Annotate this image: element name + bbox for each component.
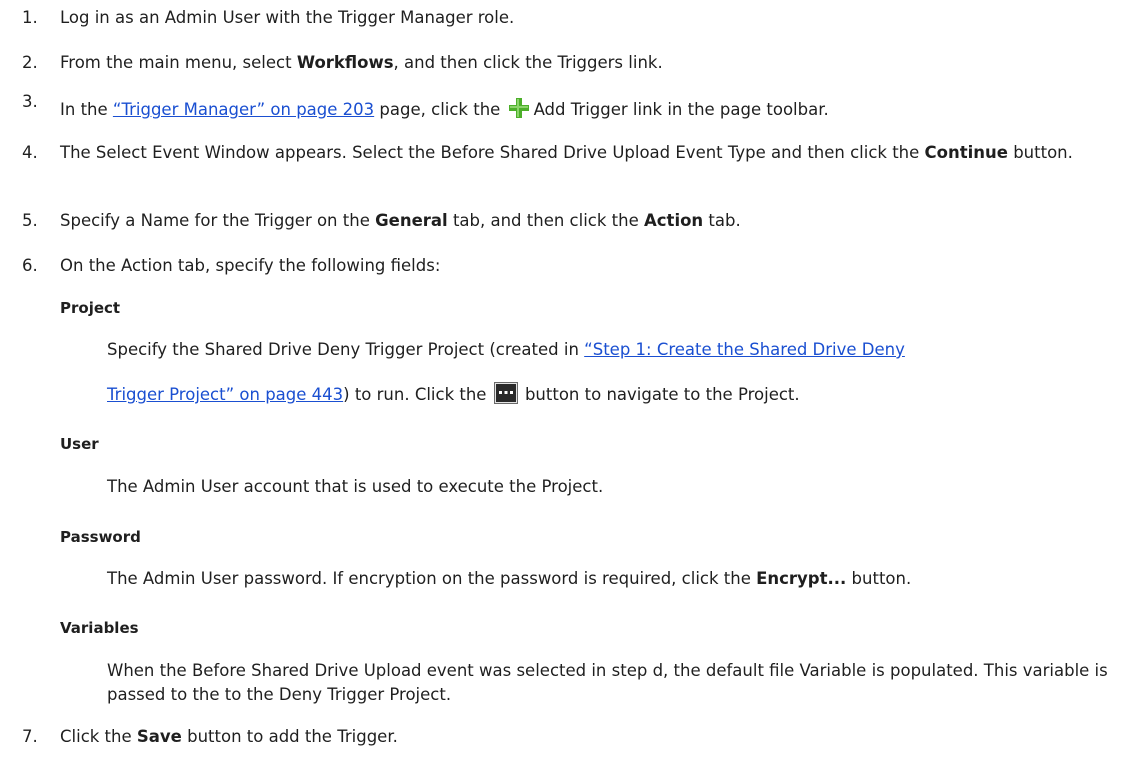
action-tab-label: Action: [644, 211, 704, 230]
variables-description: When the Before Shared Drive Upload even…: [107, 661, 1108, 704]
step-number: 1.: [22, 8, 38, 27]
step-text: In the “Trigger Manager” on page 203 pag…: [60, 97, 1141, 122]
save-label: Save: [136, 727, 182, 746]
plus-icon: [508, 97, 530, 119]
trigger-manager-link[interactable]: “Trigger Manager” on page 203: [113, 100, 374, 119]
document-page: 1. Log in as an Admin User with the Trig…: [0, 0, 1147, 758]
step-text: The Select Event Window appears. Select …: [60, 143, 1073, 162]
step-1-link-continued[interactable]: Trigger Project” on page 443: [107, 385, 343, 404]
step-1-link[interactable]: “Step 1: Create the Shared Drive Deny: [584, 340, 905, 359]
step-number: 3.: [22, 92, 38, 111]
general-tab-label: General: [375, 211, 448, 230]
step-text: Log in as an Admin User with the Trigger…: [60, 8, 515, 27]
project-description-line-1: Specify the Shared Drive Deny Trigger Pr…: [107, 340, 905, 359]
ellipsis-button-icon: [493, 382, 518, 404]
step-text: From the main menu, select Workflows, an…: [60, 53, 663, 72]
encrypt-label: Encrypt...: [756, 569, 847, 588]
step-number: 2.: [22, 53, 38, 72]
step-4: 4. The Select Event Window appears. Sele…: [22, 141, 1141, 193]
step-number: 7.: [22, 727, 38, 746]
step-number: 6.: [22, 256, 38, 275]
step-text: Click the Save button to add the Trigger…: [60, 727, 398, 746]
step-number: 4.: [22, 143, 38, 162]
field-label-variables: Variables: [60, 619, 139, 637]
step-number: 5.: [22, 211, 38, 230]
step-text: On the Action tab, specify the following…: [60, 256, 441, 275]
field-label-user: User: [60, 435, 99, 453]
step-text: Specify a Name for the Trigger on the Ge…: [60, 211, 741, 230]
continue-label: Continue: [924, 143, 1008, 162]
user-description: The Admin User account that is used to e…: [107, 477, 604, 496]
field-label-project: Project: [60, 299, 121, 317]
field-label-password: Password: [60, 528, 141, 546]
password-description: The Admin User password. If encryption o…: [107, 569, 912, 588]
menu-workflows: Workflows: [296, 53, 394, 72]
project-description-line-2: Trigger Project” on page 443) to run. Cl…: [107, 382, 1141, 407]
